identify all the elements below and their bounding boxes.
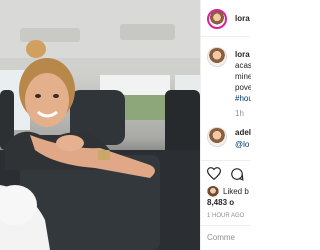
header-divider	[201, 36, 251, 37]
caption-line-3: pove	[235, 83, 251, 92]
caption-line-2: mine	[235, 72, 251, 81]
post-photo[interactable]	[0, 0, 200, 250]
actions-divider	[201, 160, 251, 161]
commenter-username[interactable]: adel	[235, 128, 251, 138]
caption-avatar[interactable]	[207, 47, 227, 67]
input-divider	[201, 225, 251, 226]
caption-time: 1h	[235, 109, 244, 118]
likes-count[interactable]: 8,483 o	[207, 198, 234, 208]
commenter-avatar[interactable]	[207, 127, 227, 147]
author-avatar[interactable]	[207, 9, 227, 29]
author-username[interactable]: lora	[235, 14, 250, 24]
comment-icon[interactable]	[230, 167, 244, 181]
photo-illustration	[0, 0, 200, 250]
liker-avatar[interactable]	[207, 186, 219, 198]
comment-input[interactable]: Comme	[207, 233, 235, 243]
heart-icon[interactable]	[207, 167, 221, 180]
caption-line-1: acas	[235, 61, 251, 70]
comment-mention[interactable]: @lo	[235, 140, 249, 150]
caption-hashtag[interactable]: #hou	[235, 94, 251, 104]
liked-by-label[interactable]: Liked b	[223, 187, 249, 197]
post-timestamp: 1 HOUR AGO	[207, 213, 245, 219]
post-sidebar: lora lora acas mine pove #hou 1h adel @l…	[200, 0, 251, 250]
caption-username[interactable]: lora	[235, 50, 250, 60]
